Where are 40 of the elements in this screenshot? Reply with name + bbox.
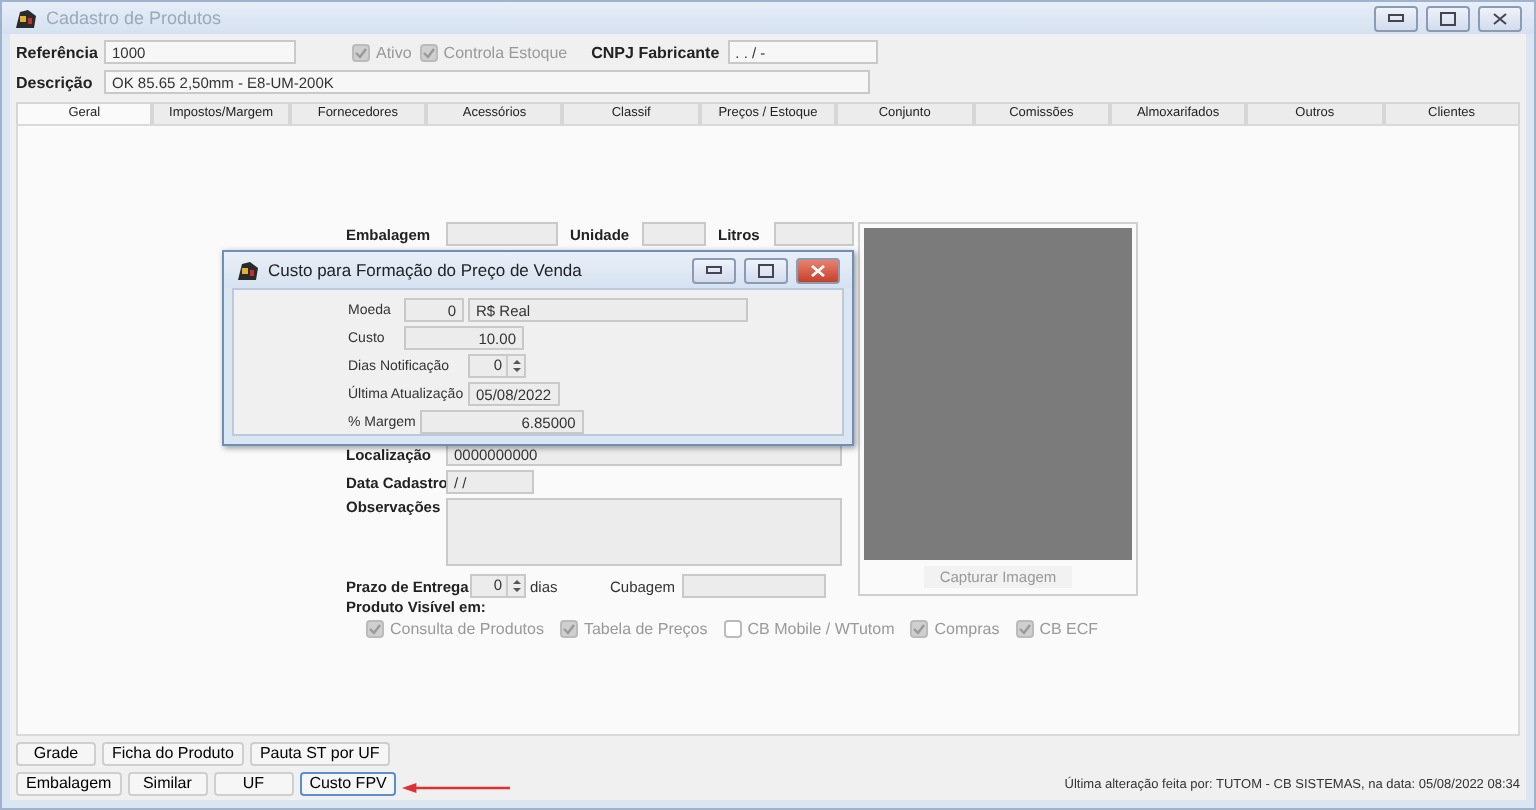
check-icon (912, 622, 927, 636)
check-icon (421, 45, 436, 59)
close-button[interactable] (796, 257, 840, 283)
unit-field[interactable] (642, 222, 706, 246)
check-icon (354, 45, 368, 59)
button[interactable]: Grade (16, 742, 96, 766)
packaging-field[interactable] (446, 222, 558, 246)
button[interactable]: UF (213, 772, 294, 796)
minimize-icon (1388, 14, 1404, 22)
notes-field[interactable] (446, 498, 842, 566)
minimize-button[interactable] (692, 257, 736, 283)
close-icon (810, 263, 826, 277)
minimize-button[interactable] (1374, 5, 1418, 31)
app-icon (236, 259, 260, 281)
field-label: Descrição (16, 73, 95, 91)
check-icon (561, 622, 576, 636)
check-icon (368, 622, 382, 636)
spinner-arrows-icon[interactable] (506, 576, 524, 596)
maximize-icon (1440, 11, 1456, 25)
dialog-title: Custo para Formação do Preço de Venda (268, 260, 584, 280)
button[interactable]: Embalagem (16, 772, 122, 796)
field-label: CNPJ Fabricante (591, 43, 720, 61)
liters-field[interactable] (774, 222, 854, 246)
button[interactable]: Custo FPV (299, 772, 397, 796)
minimize-icon (706, 266, 722, 274)
spinner-arrows-icon[interactable] (506, 356, 524, 376)
button[interactable]: Ficha do Produto (102, 742, 244, 766)
maximize-button[interactable] (1426, 5, 1470, 31)
maximize-icon (758, 263, 774, 277)
close-button[interactable] (1478, 5, 1522, 31)
window-title: Cadastro de Produtos (46, 8, 224, 28)
cubage-field[interactable] (682, 574, 826, 598)
field-label: Referência (16, 43, 96, 61)
button[interactable]: Similar (127, 772, 208, 796)
check-icon (1017, 622, 1032, 636)
app-icon (14, 7, 38, 29)
close-icon (1492, 11, 1508, 25)
button[interactable]: Pauta ST por UF (249, 742, 390, 766)
maximize-button[interactable] (744, 257, 788, 283)
pointer-arrow (402, 782, 510, 794)
